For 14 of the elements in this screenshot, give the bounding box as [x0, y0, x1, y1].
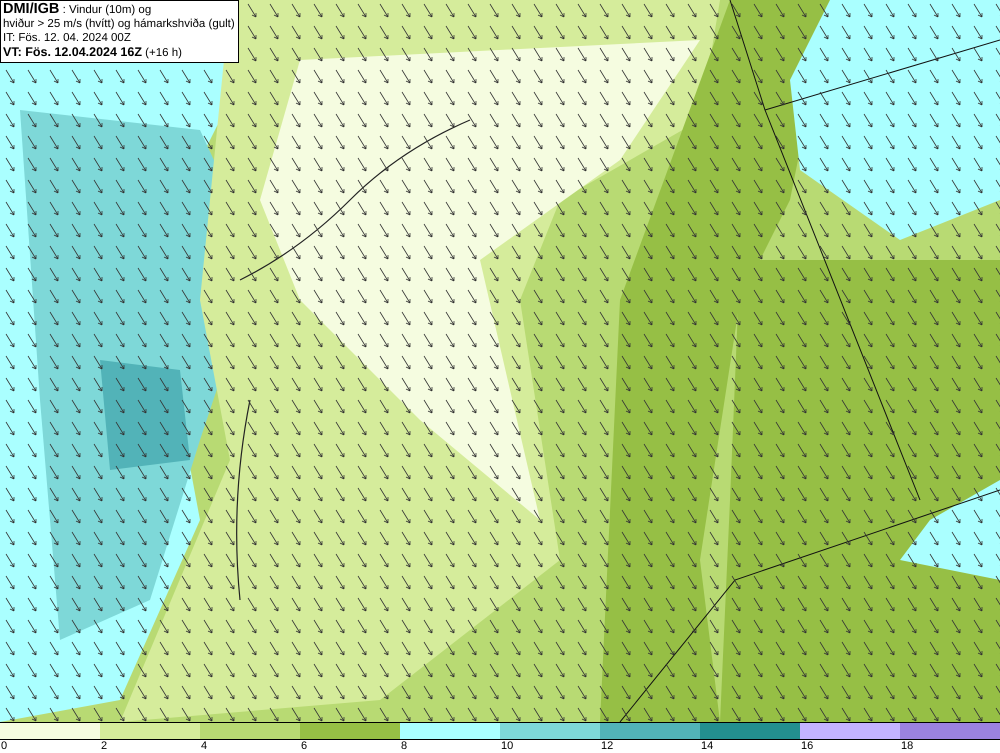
legend-label: 4	[201, 740, 208, 752]
legend-label: 10	[501, 740, 514, 752]
legend-label: 2	[101, 740, 108, 752]
legend-label: 16	[801, 740, 814, 752]
title-line: hviður > 25 m/s (hvítt) og hámarkshviða (gult)	[3, 17, 235, 31]
legend-label: 18	[901, 740, 914, 752]
legend-label: 8	[401, 740, 408, 752]
legend-label: 6	[301, 740, 308, 752]
title-line: VT: Fös. 12.04.2024 16Z (+16 h)	[3, 45, 183, 60]
legend-label: 14	[701, 740, 714, 752]
legend-label: 12	[601, 740, 614, 752]
title-line: IT: Fös. 12. 04. 2024 00Z	[3, 31, 132, 45]
title-line: DMI/IGB : Vindur (10m) og	[3, 2, 152, 17]
legend-label: 0	[1, 740, 8, 752]
